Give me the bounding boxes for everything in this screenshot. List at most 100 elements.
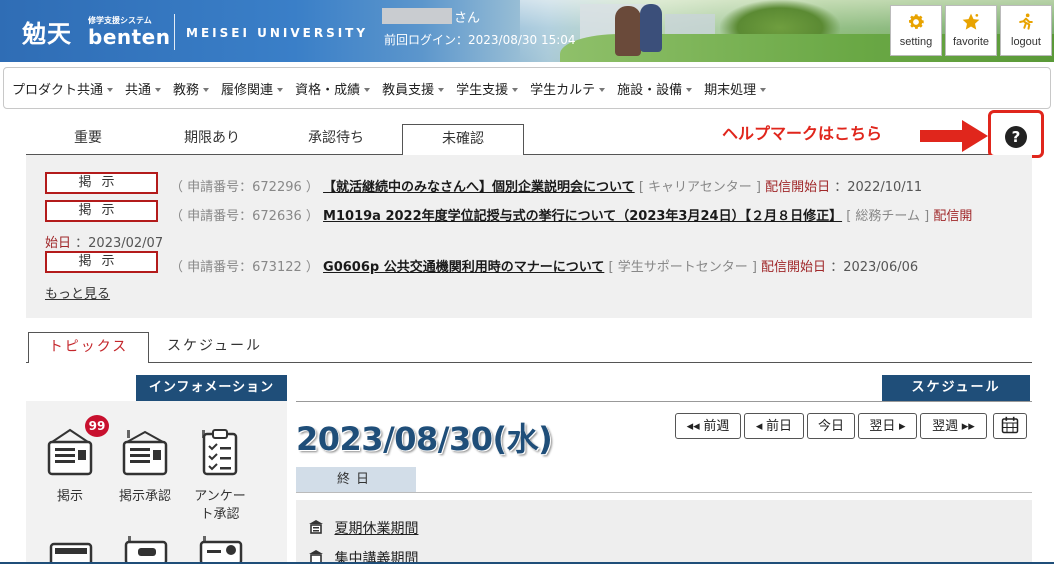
prev-day-button[interactable]: ◂ 前日 [744, 413, 804, 439]
header-photo-person [615, 6, 641, 56]
info-item-notice[interactable]: 掲示 [40, 428, 100, 506]
info-item-notice-approval[interactable]: 掲示承認 [115, 428, 175, 506]
notice-item: （ 申請番号：672636 ） M1019a 2022年度学位記授与式の挙行につ… [170, 205, 972, 224]
university-name: MEISEI UNIVERSITY [186, 26, 369, 40]
nav-item-label: プロダクト共通 [12, 82, 104, 98]
nav-item-product-common[interactable]: プロダクト共通 [12, 79, 114, 98]
help-annotation: ヘルプマークはこちら [722, 124, 883, 143]
event-title: 夏期休業期間 [334, 521, 419, 537]
user-name-redacted [382, 8, 452, 24]
tab-schedule[interactable]: スケジュール [152, 332, 277, 362]
setting-label: setting [899, 36, 933, 48]
nav-item-label: 共通 [125, 82, 152, 98]
all-day-tab[interactable]: 終日 [296, 467, 416, 492]
clipboard-checklist-icon [202, 429, 238, 476]
logo-divider [174, 14, 175, 50]
tab-unconfirmed[interactable]: 未確認 [402, 124, 524, 155]
all-day-divider [296, 492, 1032, 493]
help-icon[interactable]: ? [1005, 126, 1027, 148]
schedule-date: 2023/08/30(水) [296, 420, 553, 458]
running-person-icon [1019, 13, 1033, 30]
nav-item-student-support[interactable]: 学生支援 [456, 79, 519, 98]
event-item[interactable]: 夏期休業期間 [308, 518, 418, 538]
tab-topics[interactable]: トピックス [28, 332, 149, 363]
notice-date-label: 配信開始日 [761, 260, 827, 275]
unread-count-badge: 99 [85, 415, 109, 437]
next-week-button[interactable]: 翌週 ▸▸ [920, 413, 987, 439]
nav-item-common[interactable]: 共通 [125, 79, 162, 98]
nav-item-registration[interactable]: 履修関連 [221, 79, 284, 98]
treasure-box-icon [49, 542, 93, 564]
caret-down-icon [107, 88, 114, 92]
tab-important[interactable]: 重要 [28, 124, 148, 154]
notice-badge: 掲示 [45, 172, 158, 194]
logout-label: logout [1011, 36, 1041, 48]
info-header: インフォメーション [136, 375, 287, 401]
arrow-right-icon [920, 120, 988, 152]
notice-date: ：2023/06/06 [830, 260, 919, 275]
certificate-icon [199, 536, 243, 564]
nav-item-label: 履修関連 [221, 82, 274, 98]
notice-item-wrap: 始日 ：2023/02/07 [45, 232, 163, 251]
caret-down-icon [277, 88, 284, 92]
notice-badge: 掲示 [45, 200, 158, 222]
next-day-button[interactable]: 翌日 ▸ [858, 413, 917, 439]
nav-item-academic-affairs[interactable]: 教務 [173, 79, 210, 98]
more-link[interactable]: もっと見る [45, 283, 110, 302]
nav-item-label: 資格・成績 [295, 82, 361, 98]
tab-deadline[interactable]: 期限あり [152, 124, 272, 154]
nav-item-label: 期末処理 [704, 82, 757, 98]
nav-item-label: 施設・設備 [617, 82, 683, 98]
notice-meta: （ 申請番号：673122 ） [170, 260, 319, 275]
notice-date: ：2022/10/11 [834, 180, 923, 195]
notice-title-link[interactable]: M1019a 2022年度学位記授与式の挙行について（2023年3月24日）【２… [323, 209, 842, 224]
prev-week-button[interactable]: ◂◂ 前週 [675, 413, 741, 439]
user-name-suffix: さん [454, 11, 481, 26]
calendar-button[interactable] [993, 413, 1027, 439]
setting-button[interactable]: setting [890, 5, 942, 56]
star-icon [962, 13, 980, 30]
id-card-icon [124, 536, 168, 564]
caret-down-icon [203, 88, 210, 92]
caret-down-icon [686, 88, 693, 92]
caret-down-icon [599, 88, 606, 92]
schedule-header: スケジュール [882, 375, 1030, 401]
caret-down-icon [438, 88, 445, 92]
bulletin-board-icon [47, 428, 93, 476]
info-item-label: アンケー ト承認 [190, 488, 250, 524]
caret-down-icon [760, 88, 767, 92]
event-icon [309, 520, 323, 534]
notice-title-link[interactable]: G0606p 公共交通機関利用時のマナーについて [323, 260, 604, 275]
nav-item-term-end[interactable]: 期末処理 [704, 79, 767, 98]
notice-badge: 掲示 [45, 251, 158, 273]
notice-org: [ 学生サポートセンター ] [608, 260, 757, 275]
last-login: 前回ログイン：2023/08/30 15:04 [384, 33, 576, 47]
nav-item-faculty-support[interactable]: 教員支援 [382, 79, 445, 98]
logout-button[interactable]: logout [1000, 5, 1052, 56]
header-photo-person2 [640, 4, 662, 52]
nav-item-label: 教員支援 [382, 82, 435, 98]
notice-date-label: 配信開始日 [765, 180, 831, 195]
logo-name: benten [88, 25, 171, 49]
info-item-label-line2: ト承認 [200, 507, 240, 522]
nav-item-facilities[interactable]: 施設・設備 [617, 79, 693, 98]
bulletin-approval-icon [122, 430, 168, 476]
calendar-icon [1001, 416, 1019, 434]
main-nav: プロダクト共通 共通 教務 履修関連 資格・成績 教員支援 学生支援 学生カルテ… [3, 67, 1051, 109]
notice-title-link[interactable]: 【就活継続中のみなさんへ】個別企業説明会について [323, 180, 635, 195]
today-button[interactable]: 今日 [807, 413, 855, 439]
notice-date: ：2023/02/07 [75, 236, 164, 251]
nav-item-qualifications-grades[interactable]: 資格・成績 [295, 79, 371, 98]
tab-awaiting-approval[interactable]: 承認待ち [276, 124, 396, 154]
info-item-label-line1: アンケー [194, 489, 246, 504]
notice-org: [ キャリアセンター ] [638, 180, 761, 195]
info-item-label: 掲示 [56, 489, 83, 504]
nav-item-label: 学生支援 [456, 82, 509, 98]
nav-item-student-record[interactable]: 学生カルテ [530, 79, 606, 98]
favorite-button[interactable]: favorite [945, 5, 997, 56]
notice-date-label: 配信開 [933, 209, 973, 224]
schedule-divider [296, 401, 1032, 402]
info-item-survey-approval[interactable]: アンケー ト承認 [190, 428, 250, 524]
app-header: 勉天 修学支援システム benten MEISEI UNIVERSITY さん … [0, 0, 1054, 62]
notice-item: （ 申請番号：673122 ） G0606p 公共交通機関利用時のマナーについて… [170, 256, 918, 275]
